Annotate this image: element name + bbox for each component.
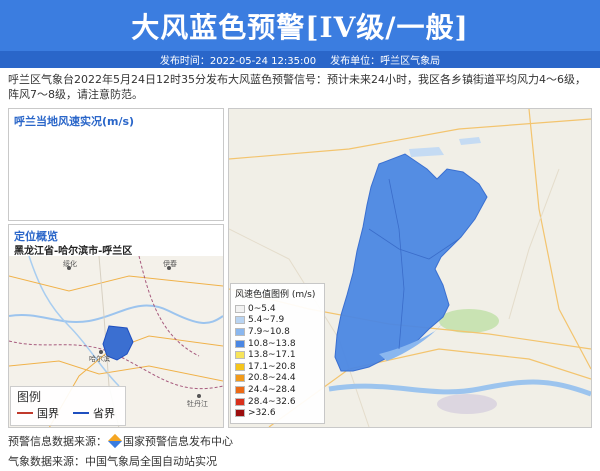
wind-legend-label: 20.8~24.4	[248, 373, 296, 384]
wind-legend-label: 28.4~32.6	[248, 396, 296, 407]
wind-legend-item: 5.4~7.9	[235, 315, 320, 327]
wind-legend-swatch	[235, 316, 245, 325]
national-border-swatch	[17, 412, 33, 414]
wind-legend-label: 0~5.4	[248, 303, 276, 314]
wind-legend-swatch	[235, 339, 245, 348]
wind-legend-label: 10.8~13.8	[248, 338, 296, 349]
location-path: 黑龙江省-哈尔滨市-呼兰区	[14, 246, 133, 257]
map-label-harbin: 哈尔滨	[89, 354, 110, 363]
publish-time: 发布时间：2022-05-24 12:35:00	[159, 56, 317, 67]
wind-legend-label: 7.9~10.8	[248, 326, 290, 337]
wind-legend-swatch	[235, 397, 245, 406]
wind-legend-item: 13.8~17.1	[235, 349, 320, 361]
wind-legend-swatch	[235, 351, 245, 360]
wind-legend-item: 7.9~10.8	[235, 326, 320, 338]
wind-legend-title: 风速色值图例 (m/s)	[235, 290, 316, 300]
wind-legend-item: 10.8~13.8	[235, 338, 320, 350]
national-border-label: 国界	[37, 407, 59, 420]
wind-legend-item: 28.4~32.6	[235, 396, 320, 408]
wind-legend-swatch	[235, 409, 245, 418]
wind-legend-item: >32.6	[235, 407, 320, 419]
provincial-border-label: 省界	[93, 407, 115, 420]
map-label-yichun: 伊春	[163, 259, 177, 268]
wind-legend-label: 17.1~20.8	[248, 361, 296, 372]
boundary-legend: 图例 国界 省界	[10, 386, 126, 426]
wind-legend-label: 24.4~28.4	[248, 384, 296, 395]
warning-source: 国家预警信息发布中心	[123, 435, 233, 448]
wind-legend-item: 0~5.4	[235, 303, 320, 315]
map-label-suihua: 绥化	[63, 259, 77, 268]
wind-legend-label: 13.8~17.1	[248, 350, 296, 361]
meta-bar: 发布时间：2022-05-24 12:35:00 发布单位：呼兰区气象局	[0, 51, 600, 68]
wind-color-legend: 风速色值图例 (m/s) 0~5.4 5.4~7.9 7.9~10.8 10.8~13…	[230, 283, 325, 424]
wind-legend-swatch	[235, 304, 245, 313]
warning-description: 呼兰区气象台2022年5月24日12时35分发布大风蓝色预警信号：预计未来24小…	[8, 73, 586, 101]
wind-legend-item: 20.8~24.4	[235, 373, 320, 385]
warning-source-line: 预警信息数据来源： 国家预警信息发布中心	[8, 433, 233, 449]
wind-legend-swatch	[235, 327, 245, 336]
wind-legend-label: >32.6	[248, 408, 276, 419]
warning-header: 大风蓝色预警[IV级/一般]	[0, 0, 600, 51]
warning-title: 大风蓝色预警[IV级/一般]	[131, 10, 469, 44]
wind-legend-item: 24.4~28.4	[235, 384, 320, 396]
publisher: 发布单位：呼兰区气象局	[330, 56, 441, 67]
weather-source-line: 气象数据来源： 中国气象局全国自动站实况	[8, 455, 217, 468]
wind-legend-rows: 0~5.4 5.4~7.9 7.9~10.8 10.8~13.8 13.8~17.1 17…	[235, 303, 320, 419]
wind-observation-panel: 呼兰当地风速实况(m/s)	[8, 108, 224, 221]
wind-legend-item: 17.1~20.8	[235, 361, 320, 373]
boundary-legend-title: 图例	[17, 390, 42, 404]
wind-legend-swatch	[235, 385, 245, 394]
map-label-mudanjiang: 牡丹江	[187, 399, 208, 408]
wind-observation-title: 呼兰当地风速实况(m/s)	[14, 115, 135, 128]
provincial-border-swatch	[73, 412, 89, 414]
weather-source: 中国气象局全国自动站实况	[85, 455, 217, 468]
warning-center-logo-icon	[107, 433, 123, 449]
wind-legend-swatch	[235, 362, 245, 371]
wind-legend-label: 5.4~7.9	[248, 315, 285, 326]
wind-legend-swatch	[235, 374, 245, 383]
